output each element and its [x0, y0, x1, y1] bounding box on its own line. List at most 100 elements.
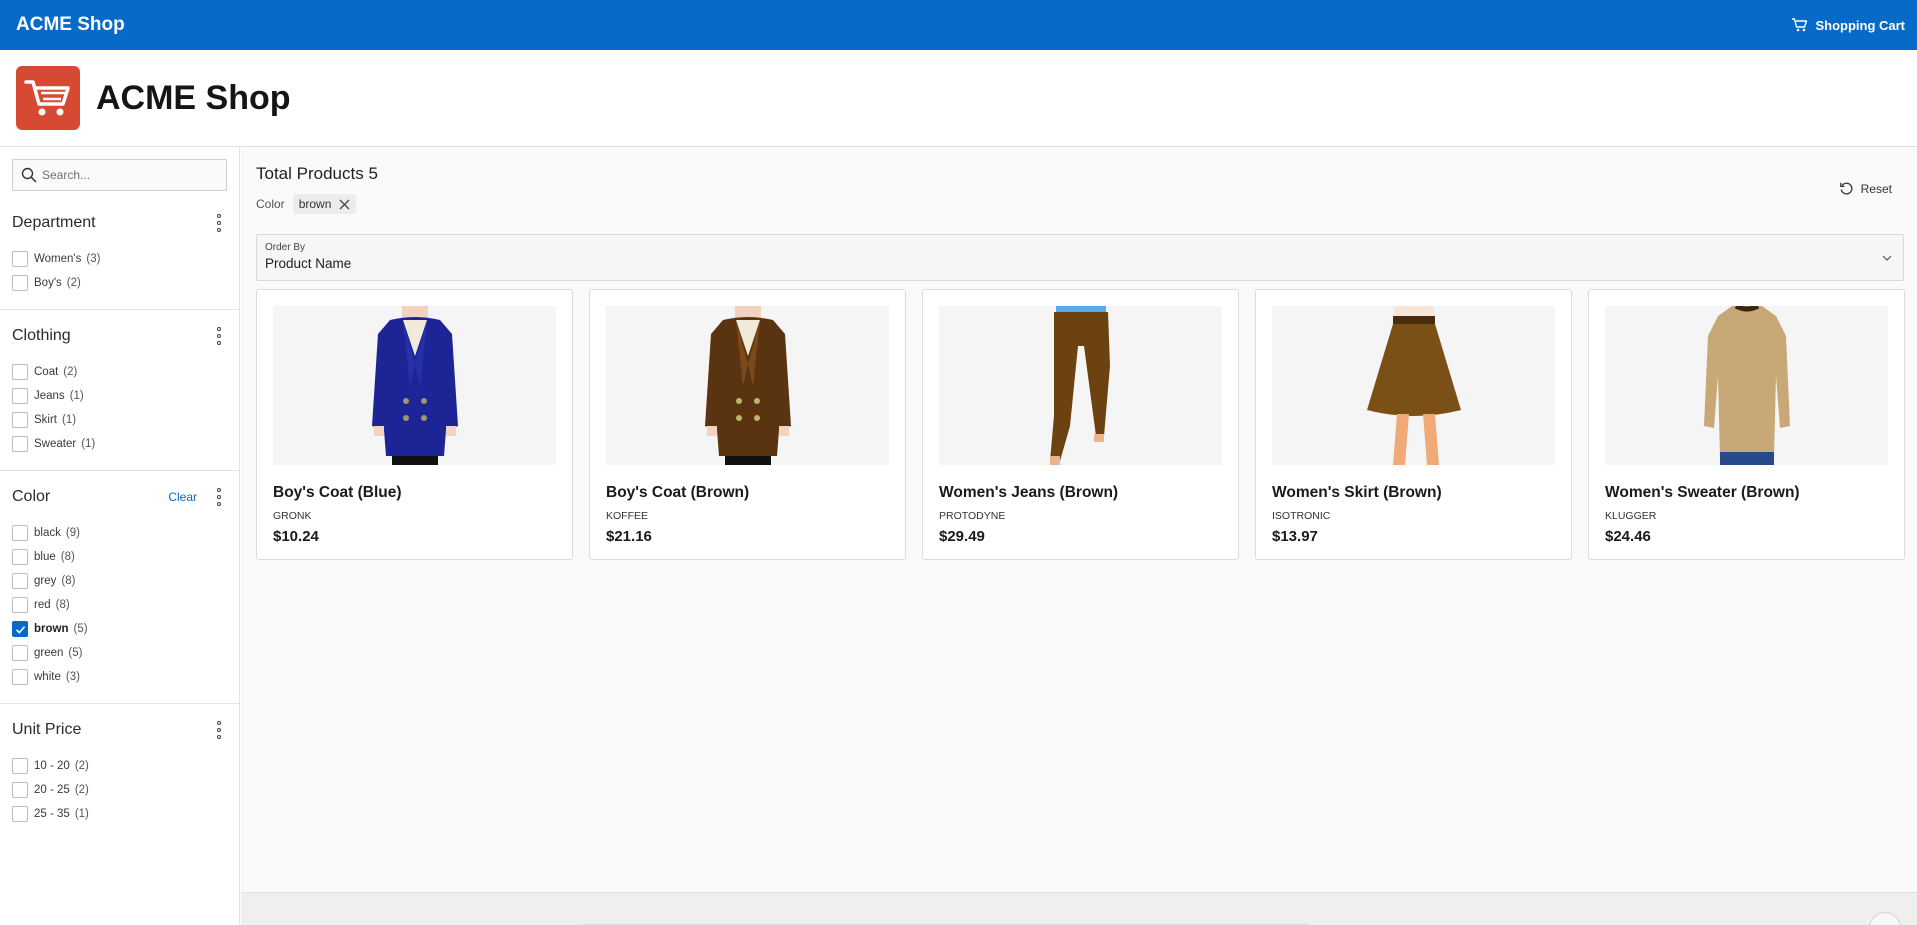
search-input[interactable] — [42, 168, 222, 182]
facet-option[interactable]: Sweater (1) — [12, 432, 227, 456]
facet-option[interactable]: green (5) — [12, 641, 227, 665]
facet-option-label: black — [34, 527, 61, 539]
more-options-icon[interactable] — [211, 213, 227, 233]
checkbox[interactable] — [12, 573, 28, 589]
facet-option[interactable]: grey (8) — [12, 569, 227, 593]
filter-chip[interactable]: brown — [292, 194, 357, 214]
checkbox[interactable] — [12, 669, 28, 685]
facet-option-count: (9) — [65, 527, 80, 539]
checkbox[interactable] — [12, 621, 28, 637]
facet-option-count: (1) — [74, 808, 89, 820]
top-nav-bar: ACME Shop Shopping Cart — [0, 0, 1917, 50]
facet-color: Color Clear black (9) blue (8) grey (8) red (8)… — [0, 471, 239, 704]
product-name[interactable]: Women's Skirt (Brown) — [1272, 484, 1555, 502]
more-options-icon[interactable] — [211, 487, 227, 507]
facet-clothing: Clothing Coat (2) Jeans (1) Skirt (1) Sweater (… — [0, 310, 239, 471]
product-vendor: KLUGGER — [1605, 510, 1657, 522]
facet-option[interactable]: red (8) — [12, 593, 227, 617]
facet-option[interactable]: brown (5) — [12, 617, 227, 641]
checkbox[interactable] — [12, 758, 28, 774]
facet-option-count: (8) — [55, 599, 70, 611]
checkbox[interactable] — [12, 251, 28, 267]
facet-option-label: white — [34, 671, 61, 683]
facet-option[interactable]: Boy's (2) — [12, 271, 227, 295]
results-area: Total Products 5 Color brown Reset Order… — [241, 147, 1917, 925]
reset-button[interactable]: Reset — [1839, 181, 1892, 196]
facet-title: Clothing — [12, 327, 71, 344]
product-name[interactable]: Women's Jeans (Brown) — [939, 484, 1222, 502]
facet-option-label: 10 - 20 — [34, 760, 70, 772]
facet-option[interactable]: black (9) — [12, 521, 227, 545]
checkbox[interactable] — [12, 275, 28, 291]
order-by-select[interactable]: Order By Product Name — [256, 234, 1904, 281]
product-card[interactable]: Boy's Coat (Blue) GRONK $10.24 — [256, 289, 573, 560]
shopping-cart-link[interactable]: Shopping Cart — [1791, 17, 1905, 33]
facet-option-count: (2) — [74, 760, 89, 772]
scroll-top-button[interactable] — [1869, 912, 1901, 925]
total-products: Total Products 5 — [256, 164, 378, 183]
checkbox[interactable] — [12, 436, 28, 452]
facet-option-label: 20 - 25 — [34, 784, 70, 796]
facet-option[interactable]: 20 - 25 (2) — [12, 778, 227, 802]
facet-option-count: (5) — [68, 647, 83, 659]
checkbox[interactable] — [12, 597, 28, 613]
facet-option-label: brown — [34, 623, 69, 635]
product-image[interactable] — [1272, 306, 1555, 465]
facet-option[interactable]: Jeans (1) — [12, 384, 227, 408]
facet-option-count: (5) — [73, 623, 88, 635]
facet-option[interactable]: white (3) — [12, 665, 227, 689]
filter-facet-label: Color — [256, 197, 285, 211]
product-name[interactable]: Women's Sweater (Brown) — [1605, 484, 1888, 502]
product-vendor: ISOTRONIC — [1272, 510, 1331, 522]
facet-option[interactable]: Women's (3) — [12, 247, 227, 271]
checkbox[interactable] — [12, 549, 28, 565]
product-image[interactable] — [1605, 306, 1888, 465]
product-image[interactable] — [606, 306, 889, 465]
page-header: ACME Shop — [0, 50, 1917, 147]
app-brand[interactable]: ACME Shop — [16, 14, 125, 36]
facet-option-label: blue — [34, 551, 56, 563]
product-card[interactable]: Women's Sweater (Brown) KLUGGER $24.46 — [1588, 289, 1905, 560]
facet-title: Department — [12, 214, 96, 231]
product-vendor: GRONK — [273, 510, 312, 522]
product-card[interactable]: Women's Jeans (Brown) PROTODYNE $29.49 — [922, 289, 1239, 560]
product-name[interactable]: Boy's Coat (Brown) — [606, 484, 889, 502]
facet-option[interactable]: Coat (2) — [12, 360, 227, 384]
facet-option-count: (3) — [86, 253, 101, 265]
clear-color-button[interactable]: Clear — [168, 490, 197, 504]
close-icon[interactable] — [339, 199, 350, 210]
checkbox[interactable] — [12, 645, 28, 661]
product-card[interactable]: Women's Skirt (Brown) ISOTRONIC $13.97 — [1255, 289, 1572, 560]
facet-option-label: Boy's — [34, 277, 62, 289]
checkbox[interactable] — [12, 364, 28, 380]
product-image[interactable] — [939, 306, 1222, 465]
reset-label: Reset — [1860, 181, 1892, 196]
product-grid: Boy's Coat (Blue) GRONK $10.24 Boy's Coat (… — [256, 289, 1905, 560]
checkbox[interactable] — [12, 782, 28, 798]
shopping-cart-icon — [1792, 18, 1808, 32]
facet-option-count: (1) — [62, 414, 77, 426]
facet-option[interactable]: Skirt (1) — [12, 408, 227, 432]
facet-option-count: (3) — [65, 671, 80, 683]
facet-option[interactable]: blue (8) — [12, 545, 227, 569]
product-price: $13.97 — [1272, 528, 1318, 545]
checkbox[interactable] — [12, 388, 28, 404]
product-name[interactable]: Boy's Coat (Blue) — [273, 484, 556, 502]
facet-option[interactable]: 10 - 20 (2) — [12, 754, 227, 778]
order-by-label: Order By — [265, 242, 306, 253]
facet-option-label: red — [34, 599, 51, 611]
more-options-icon[interactable] — [211, 720, 227, 740]
results-footer — [241, 892, 1917, 925]
facet-option-label: Skirt — [34, 414, 57, 426]
more-options-icon[interactable] — [211, 326, 227, 346]
facet-option-count: (8) — [61, 575, 76, 587]
facet-option[interactable]: 25 - 35 (1) — [12, 802, 227, 826]
checkbox[interactable] — [12, 806, 28, 822]
checkbox[interactable] — [12, 525, 28, 541]
facet-title: Color — [12, 488, 51, 505]
facet-option-count: (2) — [74, 784, 89, 796]
product-card[interactable]: Boy's Coat (Brown) KOFFEE $21.16 — [589, 289, 906, 560]
facet-option-label: Sweater — [34, 438, 77, 450]
product-image[interactable] — [273, 306, 556, 465]
checkbox[interactable] — [12, 412, 28, 428]
